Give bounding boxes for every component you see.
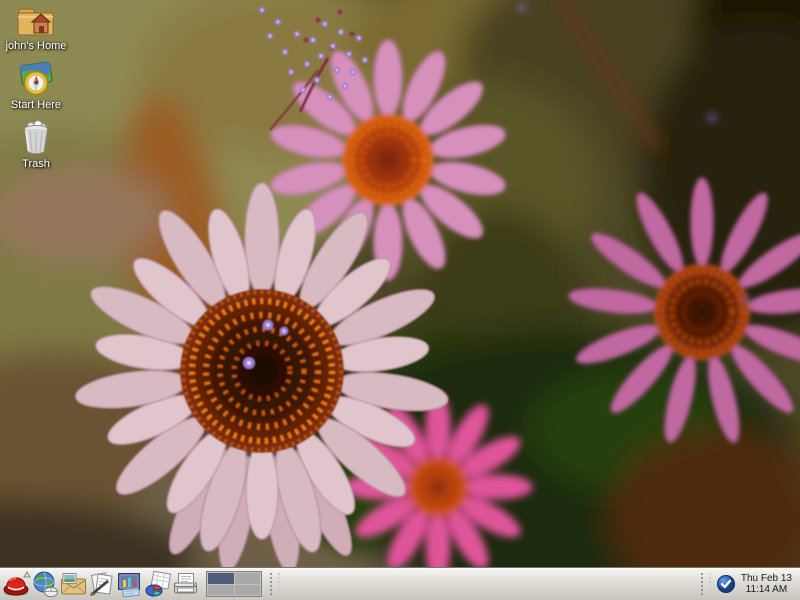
print-manager-launcher[interactable] [171,570,199,598]
word-processor-launcher[interactable] [87,570,115,598]
workspace-2[interactable] [235,573,261,584]
web-browser-icon [32,571,59,598]
word-processor-icon [88,571,115,598]
email-icon [60,571,87,598]
start-here-icon [18,61,54,97]
desktop-icon-label: Start Here [11,99,61,111]
trash-icon [20,120,52,156]
desktop-icon-start-here[interactable]: Start Here [2,61,70,111]
workspace-1[interactable] [208,573,234,584]
main-menu-button[interactable] [3,570,31,598]
panel-drag-handle[interactable] [701,573,711,595]
desktop-icon-list: john's Home Start Here Trash [2,4,70,170]
spreadsheet-launcher[interactable] [143,570,171,598]
printer-icon [172,571,199,598]
web-browser-launcher[interactable] [31,570,59,598]
home-folder-icon [16,4,56,38]
update-check-icon[interactable] [716,574,736,594]
desktop-icon-label: john's Home [6,40,67,52]
panel-right-group: Thu Feb 13 11:14 AM [701,573,796,595]
clock-date: Thu Feb 13 [741,573,792,584]
bottom-panel: Thu Feb 13 11:14 AM [0,567,800,600]
desktop-icon-trash[interactable]: Trash [2,120,70,170]
desktop-icon-label: Trash [22,158,50,170]
clock[interactable]: Thu Feb 13 11:14 AM [741,573,796,595]
desktop-icon-johns-home[interactable]: john's Home [2,4,70,52]
presentation-icon [116,571,143,598]
email-launcher[interactable] [59,570,87,598]
panel-drag-handle[interactable] [270,573,280,595]
workspace-3[interactable] [208,585,234,596]
clock-time: 11:14 AM [741,584,792,595]
wallpaper [0,0,800,600]
presentation-launcher[interactable] [115,570,143,598]
workspace-switcher[interactable] [206,571,262,597]
workspace-4[interactable] [235,585,261,596]
red-hat-menu-icon [3,571,31,598]
spreadsheet-icon [144,571,171,598]
